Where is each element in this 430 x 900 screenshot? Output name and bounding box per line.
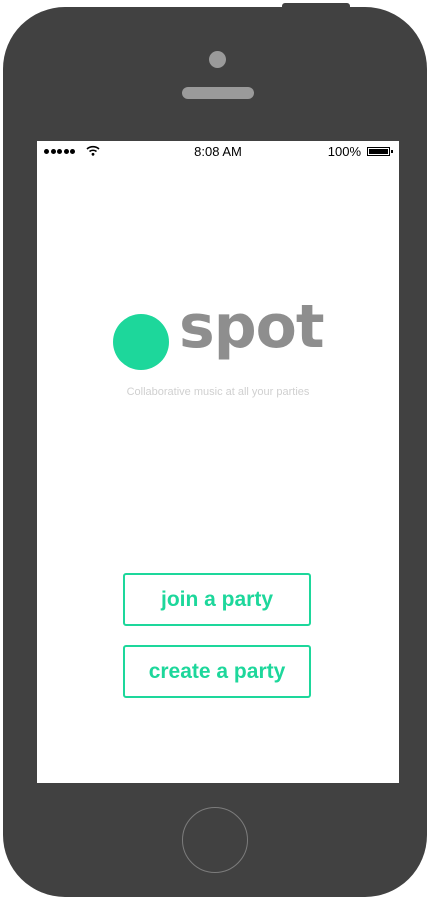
front-camera [209, 51, 226, 68]
status-bar: 8:08 AM 100% [37, 141, 399, 163]
app-logo-wordmark: spot [179, 292, 325, 362]
logo-circle-icon [113, 314, 169, 370]
app-screen: 8:08 AM 100% spot Collaborative music at… [37, 141, 399, 783]
phone-frame: 8:08 AM 100% spot Collaborative music at… [3, 7, 427, 897]
battery-percentage: 100% [327, 144, 361, 159]
battery-icon [367, 147, 393, 156]
earpiece-speaker [182, 87, 254, 99]
home-button[interactable] [182, 807, 248, 873]
join-party-button[interactable]: join a party [123, 573, 311, 626]
create-party-button[interactable]: create a party [123, 645, 311, 698]
app-tagline: Collaborative music at all your parties [126, 386, 310, 398]
